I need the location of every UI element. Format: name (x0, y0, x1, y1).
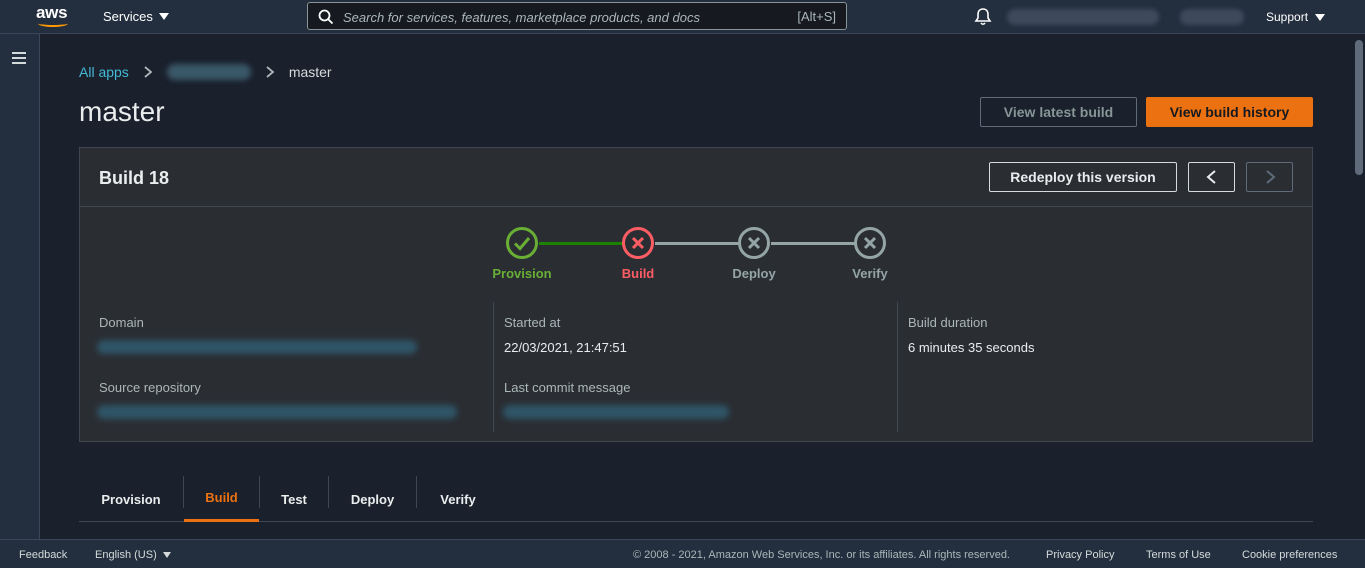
breadcrumb-all-apps-link[interactable]: All apps (79, 64, 129, 80)
source-repository-link[interactable] (97, 405, 457, 419)
domain-label: Domain (99, 315, 144, 330)
caret-down-icon (1315, 13, 1326, 21)
build-panel: Build 18 Redeploy this version Provision… (79, 147, 1313, 442)
chevron-left-icon (1206, 170, 1216, 184)
step-label-build: Build (621, 266, 655, 281)
chevron-right-icon (266, 66, 275, 78)
tab-build[interactable]: Build (184, 476, 259, 522)
tab-test[interactable]: Test (260, 476, 328, 522)
menu-hamburger-icon[interactable] (12, 52, 26, 64)
build-duration-value: 6 minutes 35 seconds (908, 340, 1035, 355)
view-build-history-button[interactable]: View build history (1146, 97, 1313, 127)
side-navigation-rail (0, 34, 40, 539)
services-menu-button[interactable]: Services (103, 9, 169, 24)
chevron-right-icon (144, 66, 153, 78)
support-menu-button[interactable]: Support (1266, 10, 1326, 24)
tab-provision[interactable]: Provision (79, 476, 183, 522)
cookie-preferences-link[interactable]: Cookie preferences (1242, 549, 1337, 561)
aws-logo[interactable]: aws (34, 3, 74, 29)
account-menu-button[interactable] (1007, 9, 1159, 25)
column-divider (897, 302, 898, 432)
aws-smile-icon (38, 20, 68, 27)
tab-deploy[interactable]: Deploy (329, 476, 416, 522)
last-commit-message-link[interactable] (503, 405, 729, 419)
scrollbar-thumb[interactable] (1355, 40, 1363, 175)
started-at-label: Started at (504, 315, 561, 330)
step-connector (539, 242, 624, 245)
privacy-policy-link[interactable]: Privacy Policy (1046, 549, 1114, 561)
redeploy-button[interactable]: Redeploy this version (989, 162, 1177, 192)
page-title: master (79, 96, 165, 127)
footer: Feedback English (US) © 2008 - 2021, Ama… (0, 539, 1365, 568)
copyright-text: © 2008 - 2021, Amazon Web Services, Inc.… (633, 549, 1010, 561)
caret-down-icon (158, 13, 169, 20)
step-connector (655, 242, 740, 245)
domain-link[interactable] (97, 340, 417, 354)
step-success-icon (506, 227, 538, 259)
step-label-provision: Provision (492, 266, 552, 281)
tab-verify[interactable]: Verify (417, 476, 499, 522)
services-label: Services (103, 9, 153, 24)
search-input[interactable]: Search for services, features, marketpla… (307, 2, 847, 30)
breadcrumb-app-link[interactable] (166, 64, 251, 80)
build-phase-tabs: Provision Build Test Deploy Verify (79, 476, 1313, 522)
step-skipped-icon (854, 227, 886, 259)
previous-build-button[interactable] (1188, 162, 1235, 192)
build-duration-label: Build duration (908, 315, 988, 330)
breadcrumb-current: master (288, 64, 332, 80)
language-selector[interactable]: English (US) (95, 549, 171, 561)
search-placeholder: Search for services, features, marketpla… (343, 10, 700, 25)
notifications-bell-icon[interactable] (973, 7, 993, 27)
chevron-right-icon (1266, 170, 1276, 184)
build-stepper: Provision Build Deploy Verify (80, 208, 1312, 298)
top-navigation: aws Services Search for services, featur… (0, 0, 1365, 34)
step-failed-icon (622, 227, 654, 259)
search-shortcut: [Alt+S] (797, 9, 836, 24)
build-panel-header: Build 18 Redeploy this version (80, 148, 1312, 207)
region-menu-button[interactable] (1180, 9, 1244, 25)
support-label: Support (1266, 10, 1309, 24)
view-latest-build-button[interactable]: View latest build (980, 97, 1137, 127)
search-icon (318, 9, 334, 25)
terms-of-use-link[interactable]: Terms of Use (1146, 549, 1211, 561)
language-label: English (US) (95, 549, 157, 561)
step-connector (771, 242, 856, 245)
step-label-deploy: Deploy (732, 266, 776, 281)
started-at-value: 22/03/2021, 21:47:51 (504, 340, 627, 355)
step-label-verify: Verify (852, 266, 888, 281)
column-divider (493, 302, 494, 432)
breadcrumb: All apps master (79, 64, 332, 80)
next-build-button[interactable] (1246, 162, 1293, 192)
source-repository-label: Source repository (99, 380, 201, 395)
page-scrollbar[interactable] (1353, 38, 1365, 538)
caret-down-icon (162, 552, 171, 558)
step-skipped-icon (738, 227, 770, 259)
feedback-link[interactable]: Feedback (19, 549, 67, 561)
build-title: Build 18 (99, 168, 170, 188)
last-commit-message-label: Last commit message (504, 380, 631, 395)
